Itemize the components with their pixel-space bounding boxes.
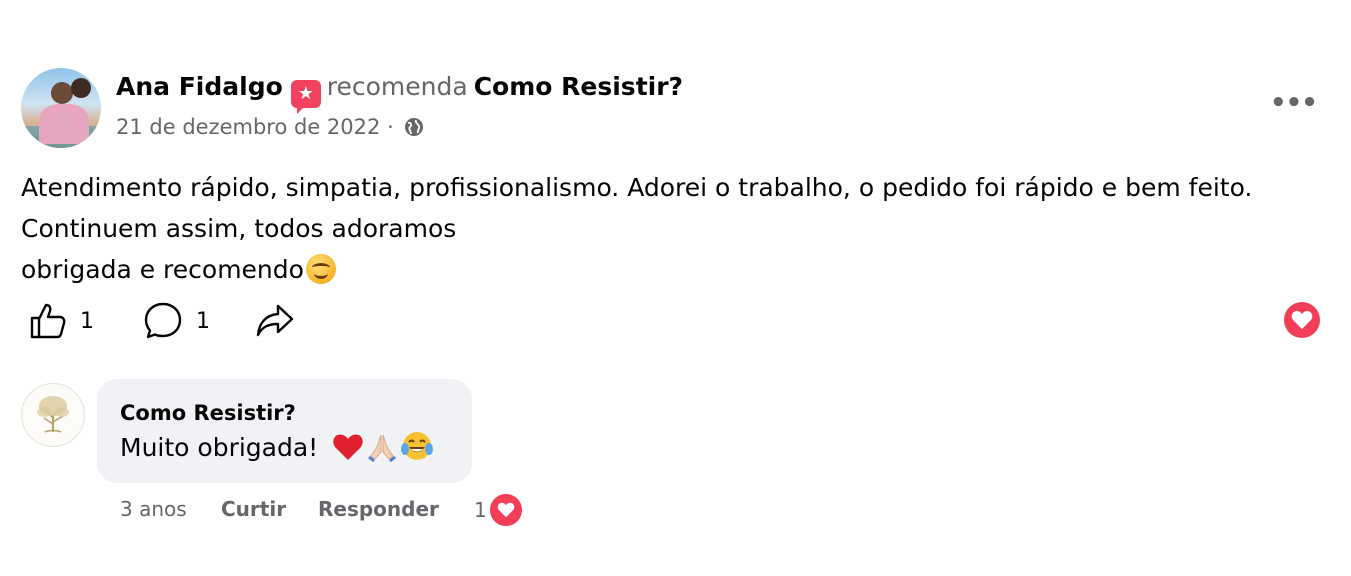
comment-button[interactable]: 1 (142, 300, 210, 342)
comment-reactions[interactable]: 1 (474, 492, 524, 528)
post-meta: 21 de dezembro de 2022 · (116, 112, 424, 142)
meta-separator: · (387, 115, 394, 139)
post-header: Ana Fidalgo ★ recomenda Como Resistir? (116, 70, 683, 114)
comment-time-link[interactable]: 3 anos (120, 494, 187, 524)
heart-icon (497, 502, 515, 518)
page-name-link[interactable]: Como Resistir? (474, 72, 683, 101)
comment-icon (144, 302, 182, 339)
more-options-button[interactable]: ••• (1270, 88, 1318, 118)
tree-logo-icon (37, 396, 69, 433)
recommend-icon: ★ (290, 80, 321, 114)
comment-reaction-count: 1 (474, 498, 487, 522)
globe-icon (405, 118, 424, 136)
post-text-line: Atendimento rápido, simpatia, profission… (21, 173, 1253, 202)
post-text-line: Continuem assim, todos adoramos (21, 214, 457, 243)
like-button[interactable]: 1 (28, 300, 94, 342)
post-text-line: obrigada e recomendo (21, 255, 304, 284)
comment-text: Muito obrigada! (120, 430, 434, 466)
share-icon (256, 304, 294, 337)
like-count: 1 (80, 308, 94, 334)
share-button[interactable] (254, 300, 296, 342)
red-heart-emoji (333, 434, 363, 460)
post-text-line-last: obrigada e recomendo (21, 249, 1341, 290)
like-icon (30, 303, 66, 339)
comment-count: 1 (196, 308, 210, 334)
post-date-link[interactable]: 21 de dezembro de 2022 (116, 115, 380, 139)
recommends-label: recomenda (326, 72, 468, 101)
love-reaction-icon (487, 492, 524, 528)
post-body: Atendimento rápido, simpatia, profission… (21, 167, 1341, 290)
comment-author-link[interactable]: Como Resistir? (120, 398, 296, 428)
grinning-tears-emoji (401, 432, 434, 460)
comment-reply-button[interactable]: Responder (318, 494, 439, 524)
comment-message: Muito obrigada! (120, 433, 319, 462)
heart-icon (1291, 310, 1313, 329)
smiling-face-emoji (305, 254, 336, 284)
folded-hands-emoji (368, 434, 397, 462)
author-avatar[interactable] (21, 68, 101, 148)
comment-like-button[interactable]: Curtir (221, 494, 286, 524)
commenter-avatar[interactable] (21, 383, 85, 447)
author-name-link[interactable]: Ana Fidalgo (116, 72, 283, 101)
love-reaction-icon[interactable] (1284, 302, 1320, 338)
